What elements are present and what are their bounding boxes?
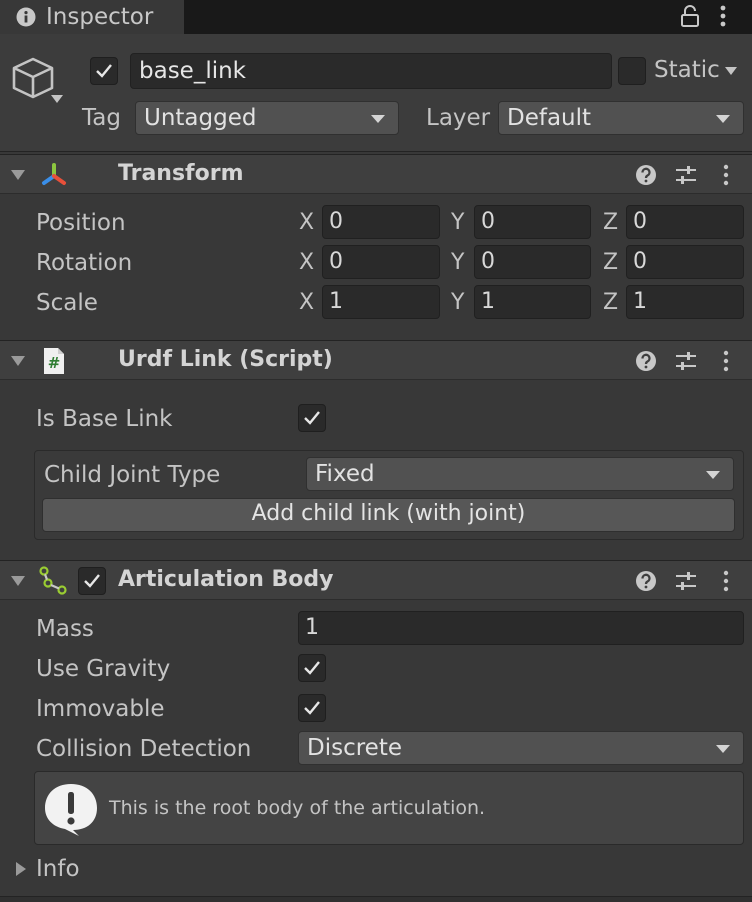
position-x-field[interactable]: 0 (322, 205, 440, 239)
axis-x-label[interactable]: X (299, 248, 314, 278)
position-y-field[interactable]: 0 (474, 205, 591, 239)
foldout-arrow-icon[interactable] (10, 354, 26, 368)
is-base-link-checkbox[interactable] (298, 404, 326, 432)
child-joint-type-value: Fixed (315, 461, 375, 487)
rotation-x-field[interactable]: 0 (322, 245, 440, 279)
rotation-y-field[interactable]: 0 (474, 245, 591, 279)
transform-header[interactable]: Transform (0, 154, 752, 194)
transform-title: Transform (118, 161, 244, 186)
active-checkbox[interactable] (90, 57, 118, 85)
tab-label: Inspector (46, 4, 154, 30)
chevron-down-icon (705, 470, 721, 480)
use-gravity-label: Use Gravity (36, 656, 171, 682)
static-label[interactable]: Static (654, 55, 720, 85)
collision-detection-label: Collision Detection (36, 736, 252, 762)
articulation-enabled-checkbox[interactable] (78, 567, 106, 595)
immovable-label: Immovable (36, 696, 165, 722)
divider (0, 896, 752, 902)
help-icon[interactable] (635, 570, 657, 592)
rotation-z-field[interactable]: 0 (626, 245, 744, 279)
child-joint-type-dropdown[interactable]: Fixed (306, 457, 734, 491)
scale-label: Scale (36, 290, 98, 316)
chevron-down-icon (715, 744, 731, 754)
axis-z-label[interactable]: Z (603, 248, 618, 278)
kebab-icon[interactable] (716, 4, 730, 28)
articulation-body-title: Articulation Body (118, 567, 334, 592)
foldout-arrow-icon[interactable] (10, 168, 26, 182)
articulation-body-header[interactable]: Articulation Body (0, 560, 752, 600)
layer-value: Default (507, 105, 592, 131)
kebab-icon[interactable] (720, 350, 732, 372)
tab-inspector[interactable]: Inspector (0, 0, 184, 34)
axis-y-label[interactable]: Y (451, 208, 464, 238)
csharp-script-icon: # (42, 347, 66, 375)
svg-text:#: # (48, 354, 61, 372)
scale-x-field[interactable]: 1 (322, 285, 440, 319)
scale-z-field[interactable]: 1 (626, 285, 744, 319)
mass-label: Mass (36, 616, 94, 642)
chevron-down-icon (370, 114, 386, 124)
object-name-field[interactable]: base_link (130, 53, 612, 89)
axis-x-label[interactable]: X (299, 208, 314, 238)
layer-dropdown[interactable]: Default (498, 101, 744, 135)
exclamation-bubble-icon (43, 782, 99, 836)
use-gravity-checkbox[interactable] (298, 654, 326, 682)
static-checkbox[interactable] (618, 57, 646, 85)
scale-y-field[interactable]: 1 (474, 285, 591, 319)
axis-z-label[interactable]: Z (603, 208, 618, 238)
collision-detection-dropdown[interactable]: Discrete (298, 731, 744, 765)
position-label: Position (36, 210, 126, 236)
urdf-link-title: Urdf Link (Script) (118, 347, 333, 372)
mass-field[interactable]: 1 (298, 611, 744, 645)
position-z-field[interactable]: 0 (626, 205, 744, 239)
presets-icon[interactable] (675, 570, 697, 592)
child-joint-type-label: Child Joint Type (44, 462, 221, 488)
axis-y-label[interactable]: Y (451, 288, 464, 318)
transform-gizmo-icon (40, 162, 68, 188)
layer-label: Layer (426, 105, 491, 131)
collision-detection-value: Discrete (307, 735, 402, 761)
chevron-down-icon (715, 114, 731, 124)
presets-icon[interactable] (675, 350, 697, 372)
info-helpbox: This is the root body of the articulatio… (34, 771, 744, 845)
chevron-down-icon[interactable] (724, 66, 738, 76)
is-base-link-label: Is Base Link (36, 406, 173, 432)
chevron-down-icon[interactable] (50, 94, 64, 104)
axis-z-label[interactable]: Z (603, 288, 618, 318)
urdf-link-header[interactable]: # Urdf Link (Script) (0, 340, 752, 380)
lock-icon[interactable] (680, 5, 700, 27)
kebab-icon[interactable] (720, 164, 732, 186)
articulation-body-icon (38, 566, 70, 596)
tag-value: Untagged (144, 105, 257, 131)
presets-icon[interactable] (675, 164, 697, 186)
tag-dropdown[interactable]: Untagged (135, 101, 399, 135)
info-icon (16, 7, 36, 27)
tag-label: Tag (82, 105, 121, 131)
axis-x-label[interactable]: X (299, 288, 314, 318)
help-icon[interactable] (635, 350, 657, 372)
info-message: This is the root body of the articulatio… (109, 797, 486, 819)
info-foldout-label[interactable]: Info (36, 854, 80, 884)
rotation-label: Rotation (36, 250, 133, 276)
immovable-checkbox[interactable] (298, 694, 326, 722)
axis-y-label[interactable]: Y (451, 248, 464, 278)
foldout-arrow-icon[interactable] (14, 861, 28, 877)
foldout-arrow-icon[interactable] (10, 574, 26, 588)
kebab-icon[interactable] (720, 570, 732, 592)
add-child-link-button[interactable]: Add child link (with joint) (42, 498, 735, 532)
help-icon[interactable] (635, 164, 657, 186)
